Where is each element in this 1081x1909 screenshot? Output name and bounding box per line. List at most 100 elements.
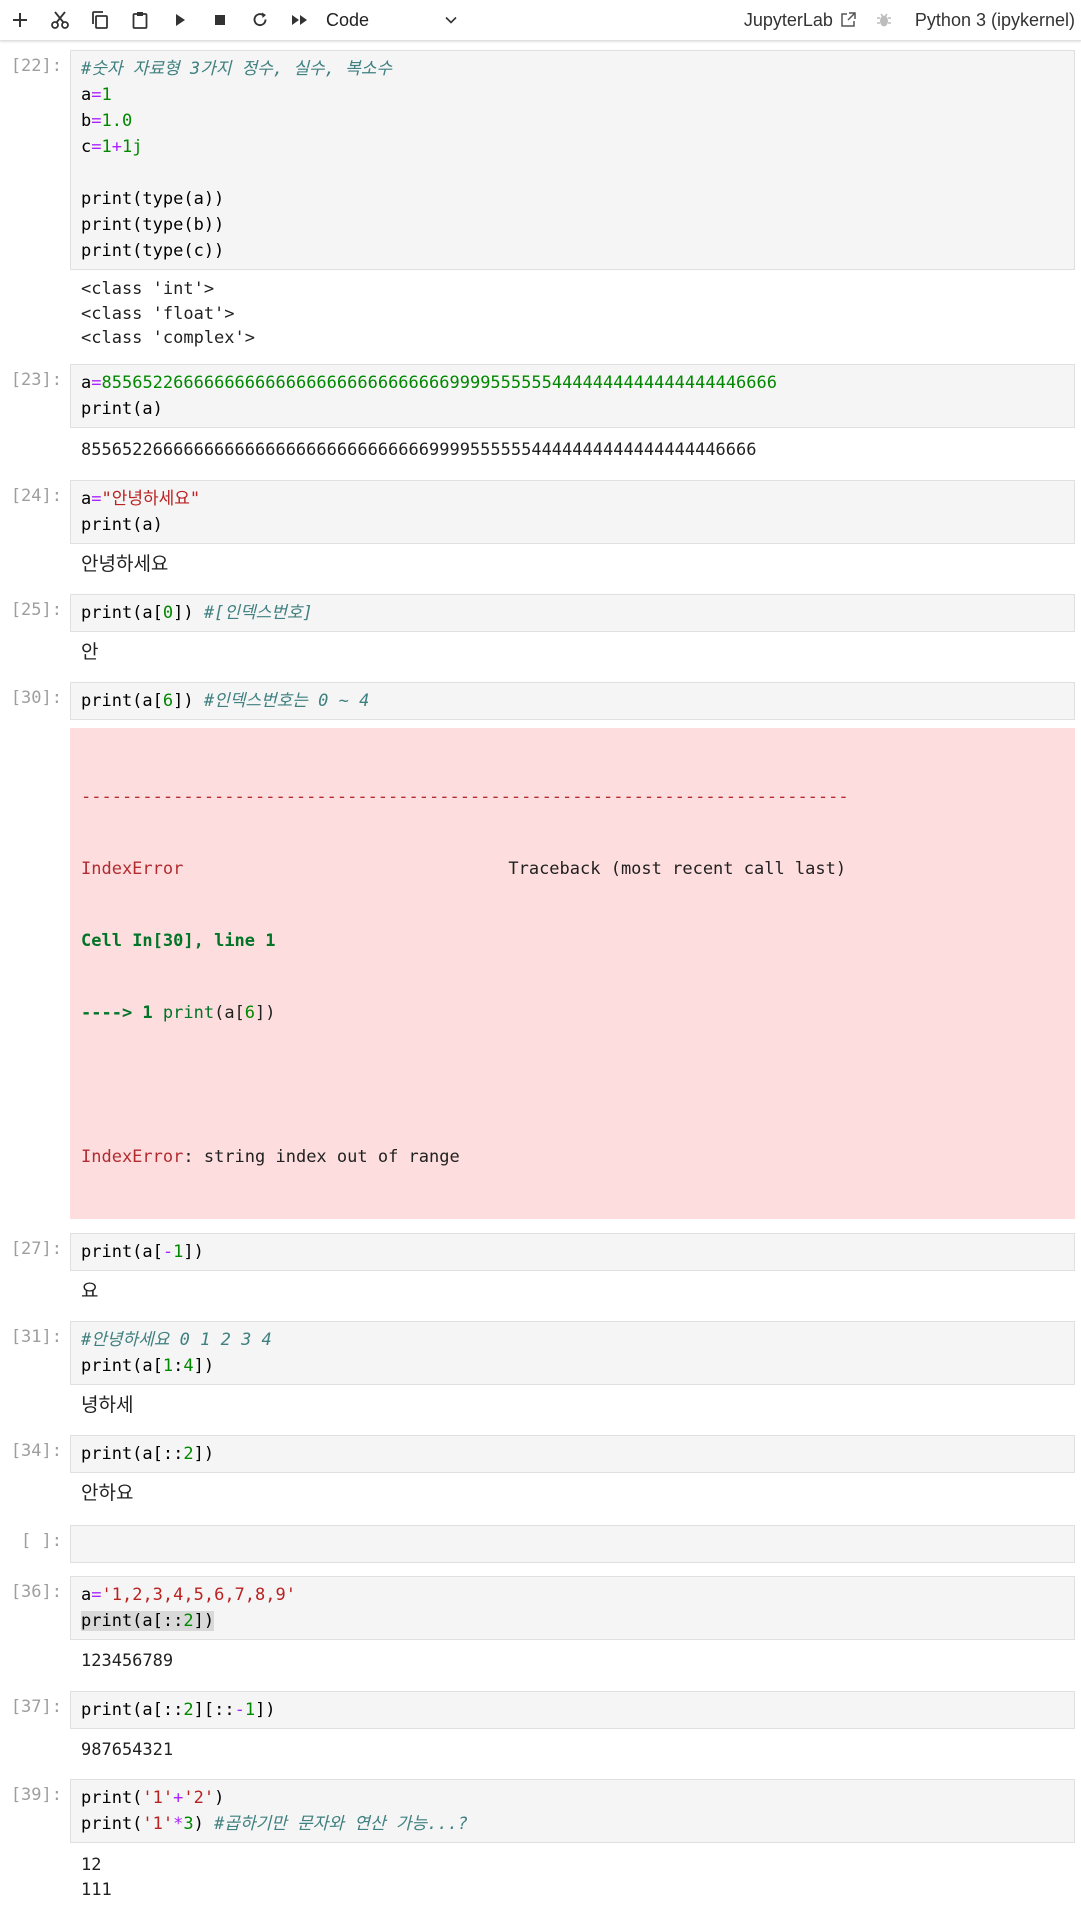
code-cell[interactable]: [37]: print(a[::2][::-1]) 987654321	[0, 1690, 1081, 1770]
chevron-down-icon	[445, 16, 457, 24]
output-line: 요	[81, 1280, 99, 1302]
error-name: IndexError	[81, 859, 184, 879]
kernel-name[interactable]: Python 3 (ipykernel)	[915, 10, 1075, 31]
code-cell[interactable]: [ ]:	[0, 1525, 1081, 1563]
code-line: #숫자 자료형 3가지 정수, 실수, 복소수	[81, 59, 393, 79]
code-line: print(a[::2])	[81, 1611, 215, 1631]
jupyterlab-label: JupyterLab	[743, 9, 833, 30]
code-cell[interactable]: [39]: print('1'+'2') print('1'*3) #곱하기만 문…	[0, 1779, 1081, 1909]
cell-output: 녕하세	[70, 1385, 1075, 1425]
code-line: print(a[::2])	[81, 1444, 215, 1464]
notebook-toolbar: Code JupyterLab Python 3 (ipykernel)	[0, 0, 1081, 41]
error-message-line: IndexError: string index out of range	[81, 1147, 460, 1167]
output-line: 111	[81, 1879, 112, 1900]
output-line: <class 'int'>	[81, 279, 215, 299]
error-arrow-line: ----> 1 print(a[6])	[81, 1003, 276, 1023]
output-line: 안하요	[81, 1482, 134, 1504]
code-cell[interactable]: [36]: a='1,2,3,4,5,6,7,8,9'print(a[::2])…	[0, 1576, 1081, 1681]
execution-count: [30]:	[10, 688, 62, 708]
code-input[interactable]: a="안녕하세요" print(a)	[70, 480, 1075, 544]
execution-count: [34]:	[10, 1441, 62, 1461]
code-cell[interactable]: [31]: #안녕하세요 0 1 2 3 4 print(a[1:4]) 녕하세	[0, 1321, 1081, 1425]
code-line: print(type(c))	[81, 241, 225, 261]
code-line: print(a)	[81, 398, 163, 419]
code-line: print(type(a))	[81, 189, 225, 209]
output-line: 녕하세	[81, 1394, 134, 1416]
run-icon[interactable]	[160, 0, 200, 40]
cell-output: 안하요	[70, 1473, 1075, 1513]
open-in-jupyterlab-link[interactable]: JupyterLab	[744, 10, 857, 31]
code-input[interactable]: print(a[::2])	[70, 1435, 1075, 1473]
paste-icon[interactable]	[120, 0, 160, 40]
code-line: a='1,2,3,4,5,6,7,8,9'	[81, 1585, 296, 1605]
notebook: [22]: #숫자 자료형 3가지 정수, 실수, 복소수 a=1 b=1.0 c=1…	[0, 41, 1081, 1909]
code-line: #안녕하세요 0 1 2 3 4	[81, 1330, 272, 1350]
execution-count: [31]:	[10, 1327, 62, 1347]
code-input[interactable]	[70, 1525, 1075, 1563]
execution-count: [39]:	[10, 1785, 62, 1805]
code-input[interactable]: print(a[6]) #인덱스번호는 0 ~ 4	[70, 682, 1075, 720]
error-message: string index out of range	[203, 1147, 460, 1167]
execution-count: [23]:	[10, 369, 62, 390]
execution-count: [27]:	[10, 1239, 62, 1259]
cell-type-value: Code	[326, 9, 370, 30]
code-line: print(type(b))	[81, 215, 225, 235]
traceback-header: Traceback (most recent call last)	[508, 859, 847, 879]
cell-output: 12 111	[70, 1843, 1075, 1909]
code-input[interactable]: #안녕하세요 0 1 2 3 4 print(a[1:4])	[70, 1321, 1075, 1385]
output-line: 12	[81, 1855, 102, 1875]
code-line: print(a[-1])	[81, 1242, 204, 1262]
cell-type-select[interactable]: Code	[326, 10, 458, 31]
output-line: 안녕하세요	[81, 553, 169, 575]
stop-icon[interactable]	[200, 0, 240, 40]
restart-icon[interactable]	[240, 0, 280, 40]
code-line: print('1'*3) #곱하기만 문자와 연산 가능...?	[81, 1814, 469, 1834]
copy-icon[interactable]	[80, 0, 120, 40]
code-line: print(a[6]) #인덱스번호는 0 ~ 4	[81, 691, 370, 711]
code-line: print(a[1:4])	[81, 1356, 215, 1376]
code-cell[interactable]: [27]: print(a[-1]) 요	[0, 1233, 1081, 1311]
cell-output: 987654321	[70, 1729, 1075, 1770]
external-link-icon	[841, 12, 856, 27]
code-cell[interactable]: [30]: print(a[6]) #인덱스번호는 0 ~ 4 --------…	[0, 682, 1081, 1219]
execution-count: [36]:	[10, 1582, 62, 1602]
code-input[interactable]: print(a[0]) #[인덱스번호]	[70, 594, 1075, 632]
output-line: <class 'float'>	[81, 303, 235, 324]
cell-output: 안	[70, 632, 1075, 672]
output-line: 8556522666666666666666666666666666999955…	[81, 439, 757, 460]
code-line: print(a[0]) #[인덱스번호]	[81, 603, 313, 623]
add-cell-icon[interactable]	[0, 0, 40, 40]
execution-count: [22]:	[10, 56, 62, 76]
output-line: 987654321	[81, 1739, 174, 1760]
code-cell[interactable]: [25]: print(a[0]) #[인덱스번호] 안	[0, 594, 1081, 672]
code-line: c=1+1j	[81, 137, 143, 157]
execution-count: [24]:	[10, 486, 62, 506]
code-cell[interactable]: [34]: print(a[::2]) 안하요	[0, 1435, 1081, 1513]
code-line: a="안녕하세요"	[81, 489, 201, 509]
execution-count: [25]:	[10, 600, 62, 620]
code-input[interactable]: print(a[-1])	[70, 1233, 1075, 1271]
cell-output: 123456789	[70, 1640, 1075, 1681]
code-input[interactable]: a='1,2,3,4,5,6,7,8,9'print(a[::2])	[70, 1576, 1075, 1640]
cell-output: 8556522666666666666666666666666666999955…	[70, 428, 1075, 473]
code-line: a=85565226666666666666666666666666669999…	[81, 372, 778, 393]
execution-count: [ ]:	[21, 1531, 62, 1551]
code-cell[interactable]: [24]: a="안녕하세요" print(a) 안녕하세요	[0, 480, 1081, 584]
code-line: print('1'+'2')	[81, 1788, 225, 1808]
code-input[interactable]: #숫자 자료형 3가지 정수, 실수, 복소수 a=1 b=1.0 c=1+1j pr…	[70, 50, 1075, 270]
error-dashes: ----------------------------------------…	[81, 787, 849, 807]
code-input[interactable]: a=85565226666666666666666666666666669999…	[70, 363, 1075, 428]
error-cell-ref: Cell In[30], line 1	[81, 931, 276, 951]
code-cell[interactable]: [23]: a=85565226666666666666666666666666…	[0, 363, 1081, 473]
cut-icon[interactable]	[40, 0, 80, 40]
code-cell[interactable]: [22]: #숫자 자료형 3가지 정수, 실수, 복소수 a=1 b=1.0 c=1…	[0, 50, 1081, 358]
error-header-line: IndexError Traceback (most recent call la…	[81, 857, 1064, 881]
cell-output: 안녕하세요	[70, 544, 1075, 584]
code-line: print(a)	[81, 515, 163, 535]
execution-count: [37]:	[10, 1696, 62, 1717]
code-input[interactable]: print('1'+'2') print('1'*3) #곱하기만 문자와 연산 …	[70, 1779, 1075, 1843]
restart-run-all-icon[interactable]	[280, 0, 320, 40]
code-input[interactable]: print(a[::2][::-1])	[70, 1690, 1075, 1729]
debugger-icon[interactable]	[875, 11, 893, 29]
